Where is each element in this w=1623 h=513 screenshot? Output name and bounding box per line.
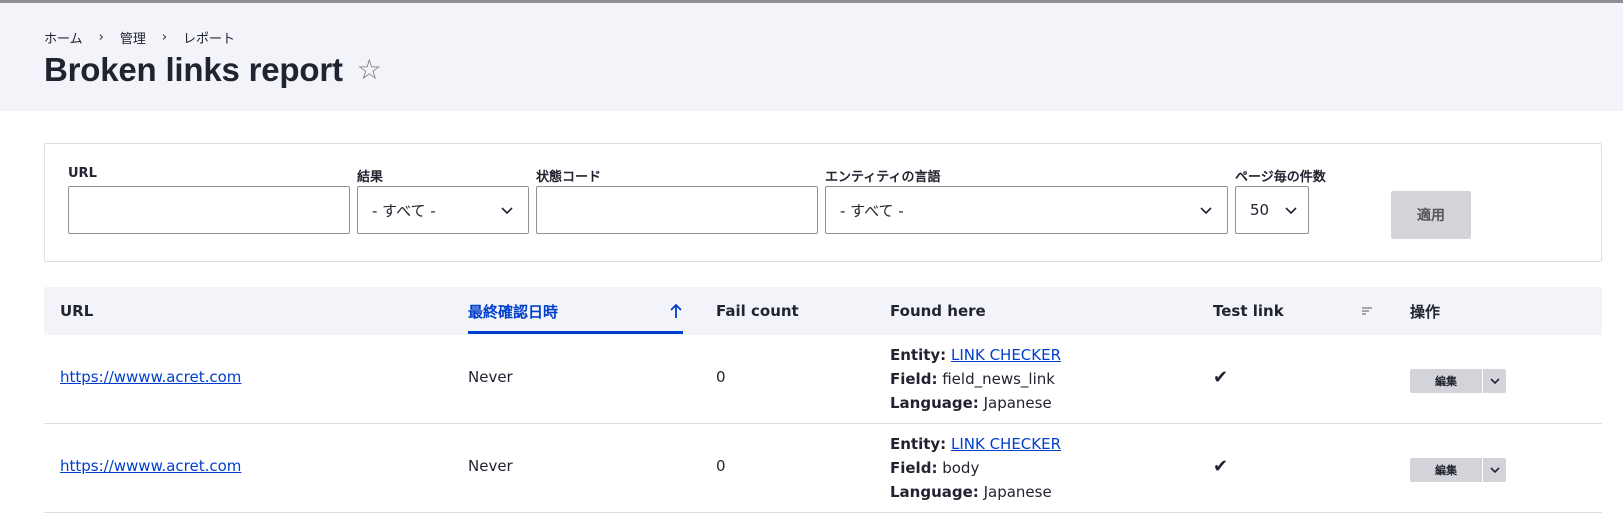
checkmark-icon: ✔ (1213, 456, 1229, 477)
column-header-test-link-label: Test link (1213, 302, 1284, 320)
sort-ascending-icon (670, 303, 682, 318)
chevron-down-icon (1285, 207, 1297, 215)
star-icon[interactable]: ☆ (357, 56, 382, 84)
fail-count-value: 0 (716, 457, 726, 475)
entity-label: Entity: (890, 435, 947, 453)
table-header: URL 最終確認日時 Fail count Found here Test li… (44, 287, 1602, 335)
column-header-last-checked[interactable]: 最終確認日時 (468, 287, 683, 335)
language-filter-value: - すべて - (840, 201, 904, 220)
per-page-value: 50 (1250, 201, 1270, 219)
chevron-down-icon (1489, 467, 1500, 474)
breadcrumb-reports[interactable]: レポート (183, 28, 235, 47)
language-value: Japanese (983, 483, 1052, 501)
title-row: Broken links report ☆ (44, 51, 382, 89)
found-here-details: Entity: LINK CHECKER Field: body Languag… (890, 432, 1061, 504)
result-filter: 結果 - すべて - (357, 166, 529, 234)
per-page-select[interactable]: 50 (1235, 186, 1309, 234)
entity-link[interactable]: LINK CHECKER (951, 346, 1061, 364)
found-here-details: Entity: LINK CHECKER Field: field_news_l… (890, 343, 1061, 415)
breadcrumb-home[interactable]: ホーム (44, 28, 83, 47)
url-filter-input[interactable] (68, 186, 350, 234)
table-row: https://wwww.acret.com Never 0 Entity: L… (44, 335, 1602, 424)
field-value: field_news_link (942, 370, 1055, 388)
column-header-last-checked-label: 最終確認日時 (468, 302, 559, 321)
apply-button[interactable]: 適用 (1391, 191, 1471, 239)
column-header-operations: 操作 (1410, 302, 1441, 321)
breadcrumb-admin[interactable]: 管理 (120, 28, 146, 47)
status-code-filter: 状態コード (536, 166, 818, 234)
edit-button[interactable]: 編集 (1410, 458, 1482, 482)
breadcrumb: ホーム › 管理 › レポート (44, 28, 235, 47)
field-label: Field: (890, 459, 938, 477)
checkmark-icon: ✔ (1213, 367, 1229, 388)
url-filter-label: URL (68, 166, 97, 181)
result-filter-label: 結果 (357, 170, 384, 185)
language-value: Japanese (983, 394, 1052, 412)
dropbutton-toggle[interactable] (1482, 369, 1506, 393)
last-checked-value: Never (468, 368, 513, 386)
language-filter-select[interactable]: - すべて - (825, 186, 1228, 234)
page-header: ホーム › 管理 › レポート Broken links report ☆ (0, 3, 1623, 111)
chevron-down-icon (1489, 378, 1500, 385)
status-code-filter-label: 状態コード (536, 170, 602, 185)
table-row: https://wwww.acret.com Never 0 Entity: L… (44, 424, 1602, 513)
language-label: Language: (890, 483, 979, 501)
breadcrumb-separator-icon: › (98, 30, 104, 45)
result-filter-value: - すべて - (372, 201, 436, 220)
language-filter: エンティティの言語 - すべて - (825, 166, 1228, 234)
operations-dropbutton: 編集 (1410, 369, 1506, 393)
per-page-filter: ページ毎の件数 50 (1235, 166, 1326, 234)
language-filter-label: エンティティの言語 (825, 170, 941, 185)
link-url[interactable]: https://wwww.acret.com (60, 457, 241, 475)
filter-form: URL 結果 - すべて - 状態コード エンティティの言語 - すべて - ペ… (44, 143, 1602, 262)
operations-dropbutton: 編集 (1410, 458, 1506, 482)
entity-label: Entity: (890, 346, 947, 364)
fail-count-value: 0 (716, 368, 726, 386)
page-title: Broken links report (44, 51, 343, 88)
sortable-icon (1362, 307, 1372, 315)
field-value: body (942, 459, 980, 477)
column-header-url: URL (60, 302, 94, 320)
broken-links-table: URL 最終確認日時 Fail count Found here Test li… (44, 287, 1602, 513)
status-code-filter-input[interactable] (536, 186, 818, 234)
column-header-found-here: Found here (890, 302, 986, 320)
breadcrumb-separator-icon: › (161, 30, 168, 45)
link-url[interactable]: https://wwww.acret.com (60, 368, 241, 386)
sort-active-indicator (468, 331, 683, 334)
column-header-fail-count: Fail count (716, 302, 799, 320)
url-filter: URL (68, 166, 350, 234)
chevron-down-icon (501, 207, 513, 215)
field-label: Field: (890, 370, 938, 388)
dropbutton-toggle[interactable] (1482, 458, 1506, 482)
last-checked-value: Never (468, 457, 513, 475)
edit-button[interactable]: 編集 (1410, 369, 1482, 393)
entity-link[interactable]: LINK CHECKER (951, 435, 1061, 453)
language-label: Language: (890, 394, 979, 412)
column-header-test-link[interactable]: Test link (1213, 287, 1373, 335)
chevron-down-icon (1200, 207, 1212, 215)
result-filter-select[interactable]: - すべて - (357, 186, 529, 234)
per-page-filter-label: ページ毎の件数 (1235, 170, 1326, 185)
